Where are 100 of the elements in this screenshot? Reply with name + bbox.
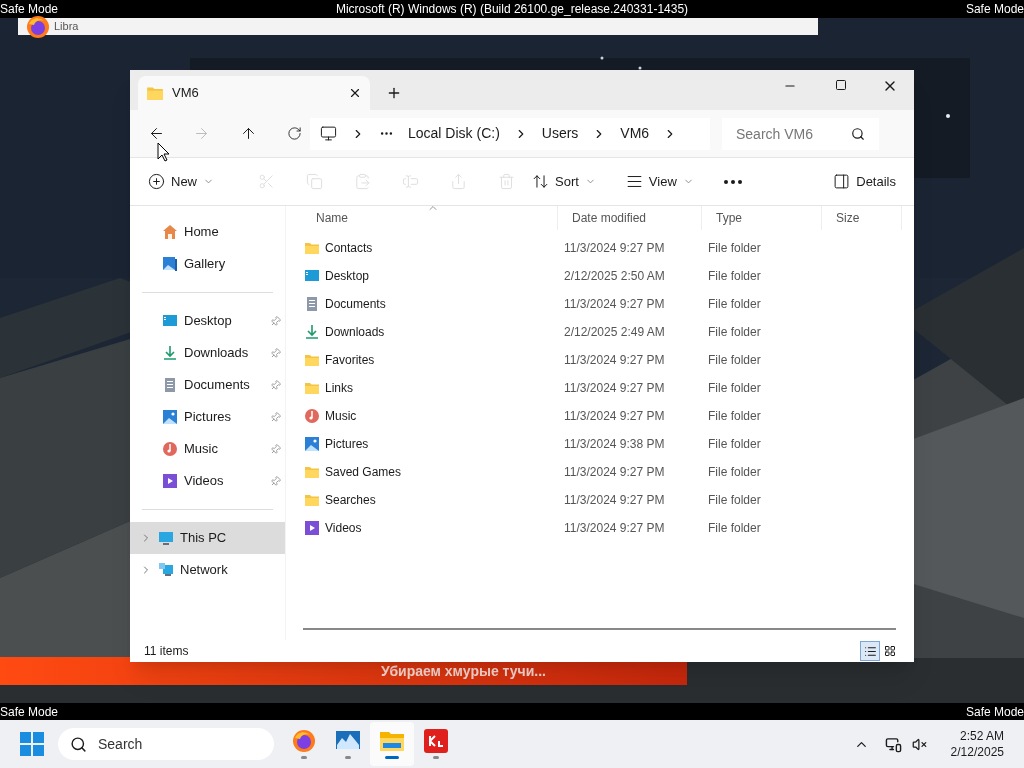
file-row[interactable]: Contacts 11/3/2024 9:27 PM File folder — [302, 234, 914, 262]
details-view-button[interactable] — [860, 641, 880, 661]
app-icon — [424, 729, 448, 753]
date-cell-text: 2/12/2025 2:49 AM — [563, 324, 666, 341]
type-cell-text: File folder — [707, 492, 762, 509]
video-icon — [304, 520, 320, 536]
date-cell-text: 11/3/2024 9:27 PM — [563, 464, 666, 481]
address-bar[interactable]: Local Disk (C:) Users VM6 — [310, 117, 710, 150]
sidebar-item[interactable]: Downloads — [130, 337, 285, 369]
column-header[interactable]: Date modified — [558, 206, 702, 230]
file-row[interactable]: Videos 11/3/2024 9:27 PM File folder — [302, 514, 914, 542]
sidebar-item[interactable]: Pictures — [130, 401, 285, 433]
background-window[interactable]: Libra — [18, 18, 818, 35]
file-name: Saved Games — [325, 464, 402, 481]
sidebar-item[interactable]: This PC — [130, 522, 285, 554]
scrollbar[interactable] — [303, 628, 896, 630]
share-icon — [449, 173, 467, 190]
date-cell-text: 11/3/2024 9:27 PM — [563, 380, 666, 397]
video-icon — [162, 473, 178, 489]
file-name: Music — [325, 408, 357, 425]
taskbar-search[interactable]: Search — [58, 728, 274, 760]
file-row[interactable]: Music 11/3/2024 9:27 PM File folder — [302, 402, 914, 430]
breadcrumb[interactable]: Local Disk (C:) — [408, 123, 500, 144]
type-cell-text: File folder — [707, 268, 762, 285]
file-row[interactable]: Downloads 2/12/2025 2:49 AM File folder — [302, 318, 914, 346]
sidebar-item[interactable]: Music — [130, 433, 285, 465]
type-cell-text: File folder — [707, 464, 762, 481]
file-row[interactable]: Pictures 11/3/2024 9:38 PM File folder — [302, 430, 914, 458]
type-cell-text: File folder — [707, 296, 762, 313]
window-tab[interactable]: VM6 — [138, 76, 370, 110]
type-cell-text: File folder — [707, 240, 762, 257]
clock[interactable]: 2:52 AM 2/12/2025 — [950, 728, 1004, 760]
up-icon[interactable] — [240, 125, 257, 142]
firefox-icon — [26, 14, 50, 39]
folder-icon — [304, 352, 320, 368]
file-row[interactable]: Documents 11/3/2024 9:27 PM File folder — [302, 290, 914, 318]
sidebar-item[interactable]: Network — [130, 554, 285, 586]
file-name: Pictures — [325, 436, 369, 453]
type-cell-text: File folder — [707, 520, 762, 537]
back-icon[interactable] — [148, 125, 165, 142]
folder-icon — [146, 84, 164, 102]
banner-text: Убираем хмурые тучи... — [381, 661, 546, 681]
breadcrumb[interactable]: VM6 — [620, 123, 650, 144]
column-header[interactable]: Type — [702, 206, 822, 230]
sidebar-item[interactable]: Videos — [130, 465, 285, 497]
maximize-icon[interactable] — [835, 79, 847, 91]
download-icon — [162, 345, 178, 361]
file-row[interactable]: Links 11/3/2024 9:27 PM File folder — [302, 374, 914, 402]
sort-button[interactable]: Sort — [530, 165, 598, 198]
file-name: Videos — [325, 520, 362, 537]
new-tab-icon[interactable] — [386, 85, 402, 101]
folder-icon — [304, 464, 320, 480]
details-button[interactable]: Details — [833, 165, 898, 198]
desktop-icon — [162, 313, 178, 329]
safe-mode-label: Safe Mode — [965, 3, 1024, 15]
search-field[interactable]: Search VM6 — [722, 117, 879, 150]
column-header[interactable]: Name — [302, 206, 558, 230]
safe-mode-label: Safe Mode — [0, 3, 59, 15]
view-button[interactable]: View — [623, 165, 696, 198]
sidebar-item[interactable]: Home — [130, 216, 285, 248]
date-cell-text: 11/3/2024 9:27 PM — [563, 408, 666, 425]
lines-icon — [625, 173, 643, 190]
search-icon — [70, 736, 87, 753]
sidebar-item[interactable]: Documents — [130, 369, 285, 401]
sidebar-item[interactable]: Desktop — [130, 305, 285, 337]
music-icon — [162, 441, 178, 457]
new-button[interactable]: New — [146, 165, 216, 198]
folder-icon — [304, 492, 320, 508]
sidebar-item[interactable]: Gallery — [130, 248, 285, 280]
taskbar-app[interactable] — [370, 722, 414, 766]
music-icon — [304, 408, 320, 424]
rename-icon — [401, 173, 419, 190]
file-name: Links — [325, 380, 353, 397]
network-icon[interactable] — [884, 735, 902, 753]
file-name: Desktop — [325, 268, 370, 285]
breadcrumb[interactable]: Users — [541, 123, 579, 144]
date-cell-text: 11/3/2024 9:27 PM — [563, 352, 666, 369]
muted-speaker-icon[interactable] — [911, 736, 927, 752]
file-row[interactable]: Desktop 2/12/2025 2:50 AM File folder — [302, 262, 914, 290]
date-cell-text: 11/3/2024 9:38 PM — [563, 436, 666, 453]
computer-icon — [158, 530, 174, 546]
type-cell-text: File folder — [707, 436, 762, 453]
column-header[interactable]: Size — [822, 206, 902, 230]
file-row[interactable]: Searches 11/3/2024 9:27 PM File folder — [302, 486, 914, 514]
type-cell-text: File folder — [707, 324, 762, 341]
file-row[interactable]: Saved Games 11/3/2024 9:27 PM File folder — [302, 458, 914, 486]
sort-icon — [532, 173, 549, 190]
type-cell-text: File folder — [707, 352, 762, 369]
firefox-icon — [292, 729, 316, 753]
date-cell-text: 11/3/2024 9:27 PM — [563, 240, 666, 257]
file-name: Favorites — [325, 352, 375, 369]
start-icon[interactable] — [20, 732, 44, 756]
computer-icon — [320, 125, 337, 142]
safe-mode-label: Safe Mode — [965, 705, 1024, 718]
safe-mode-label: Safe Mode — [0, 705, 59, 718]
file-name: Contacts — [325, 240, 373, 257]
file-row[interactable]: Favorites 11/3/2024 9:27 PM File folder — [302, 346, 914, 374]
type-cell-text: File folder — [707, 380, 762, 397]
refresh-icon[interactable] — [287, 126, 302, 141]
close-icon[interactable] — [348, 86, 362, 100]
